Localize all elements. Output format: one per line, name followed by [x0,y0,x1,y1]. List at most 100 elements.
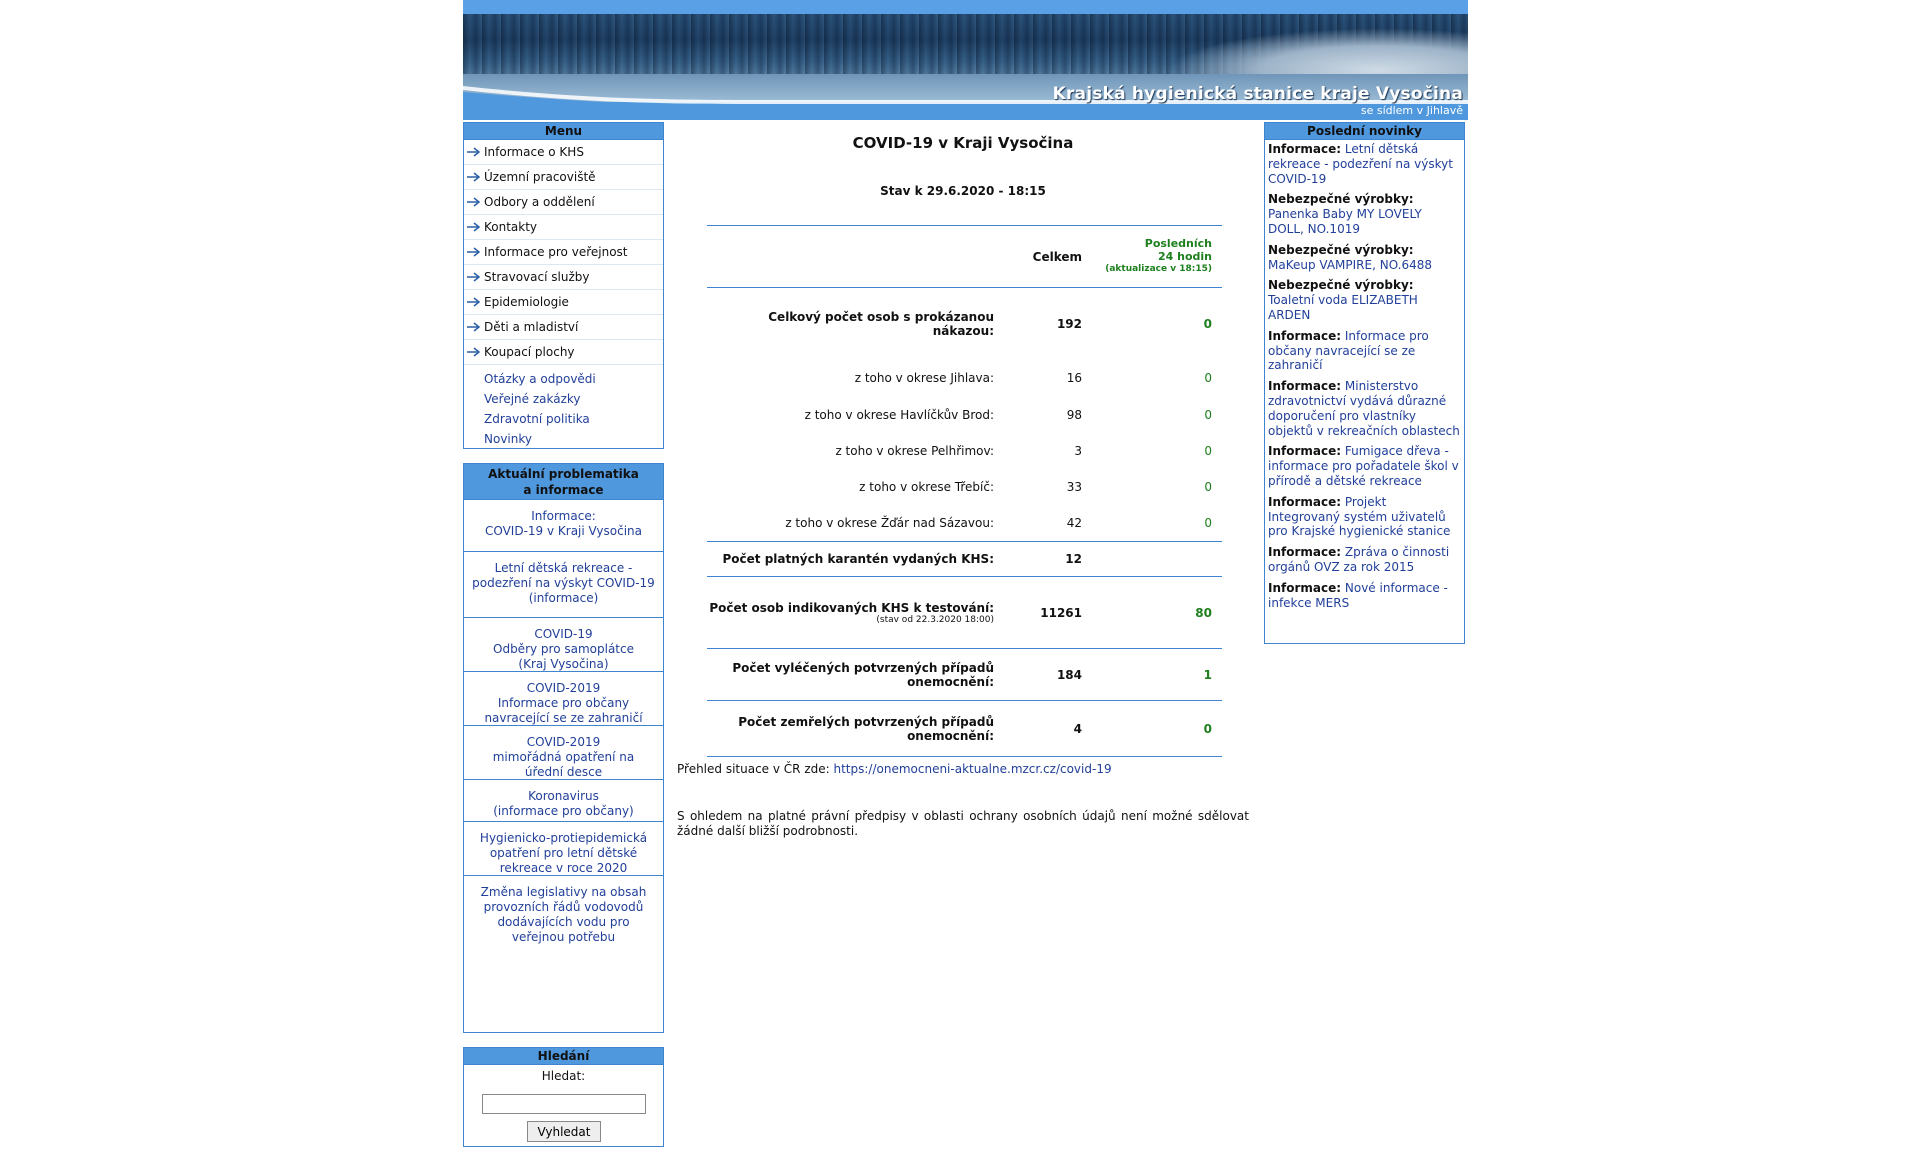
row-label-text: z toho v okrese Jihlava: [854,371,994,385]
current-topic-link[interactable]: Informace: COVID-19 v Kraji Vysočina [464,500,663,552]
menu-item[interactable]: Odbory a oddělení [464,190,663,215]
col-header-total: Celkem [1014,225,1082,288]
current-topic-link[interactable]: Hygienicko-protiepidemická opatření pro … [464,822,663,876]
search-button[interactable]: Vyhledat [527,1121,601,1142]
current-topic-link[interactable]: COVID-2019 Informace pro občany navracej… [464,672,663,726]
row-label: Celkový počet osob s prokázanou nákazou: [707,287,1014,360]
row-label-text: z toho v okrese Pelhřimov: [835,443,994,458]
overview-text: Přehled situace v ČR zde: [677,762,834,776]
news-type: Nebezpečné výrobky: [1268,278,1414,293]
menu-item[interactable]: Koupací plochy [464,340,663,365]
site-subtitle: se sídlem v Jihlavě [1360,104,1463,117]
current-topic-link[interactable]: Změna legislativy na obsah provozních řá… [464,876,663,944]
row-last24: 0 [1204,515,1212,530]
overview-paragraph: Přehled situace v ČR zde: https://onemoc… [677,762,1112,776]
covid-stats-table: Celkem Posledních 24 hodin (aktualizace … [707,225,1222,758]
row-label: Počet platných karantén vydaných KHS: [707,541,1014,577]
news-type: Informace: [1268,444,1342,459]
current-topic-link[interactable]: COVID-19 Odběry pro samoplátce (Kraj Vys… [464,618,663,672]
menu-heading: Menu [464,123,663,140]
arrow-right-icon [466,215,482,239]
menu-link[interactable]: Zdravotní politika [464,409,663,429]
current-topic-link[interactable]: COVID-2019 mimořádná opatření na úřední … [464,726,663,780]
row-total: 3 [1074,443,1082,458]
main-content: COVID-19 v Kraji Vysočina Stav k 29.6.20… [677,122,1249,838]
news-link[interactable]: Toaletní voda ELIZABETH ARDEN [1268,293,1418,322]
menu-item[interactable]: Stravovací služby [464,265,663,290]
news-item: Informace: Fumigace dřeva - informace pr… [1265,442,1464,488]
table-row: Celkový počet osob s prokázanou nákazou:… [707,287,1222,360]
arrow-right-icon [466,165,482,189]
arrow-right-icon [466,240,482,264]
row-label-text: Celkový počet osob s prokázanou nákazou: [768,309,994,338]
row-total: 42 [1066,515,1082,530]
page-title: COVID-19 v Kraji Vysočina [852,134,1074,152]
table-row: z toho v okrese Havlíčkův Brod: 98 0 [707,397,1222,433]
row-label-text: Počet zemřelých potvrzených případů onem… [738,714,994,743]
table-row: z toho v okrese Žďár nad Sázavou: 42 0 [707,505,1222,542]
table-row: z toho v okrese Třebíč: 33 0 [707,469,1222,505]
status-date: Stav k 29.6.2020 - 18:15 [880,184,1046,198]
table-row: Počet vyléčených potvrzených případů one… [707,648,1222,701]
row-last24: 0 [1204,371,1212,385]
menu-item-label: Stravovací služby [484,270,590,284]
col-header-last24: Posledních 24 hodin (aktualizace v 18:15… [1082,225,1222,288]
arrow-right-icon [466,190,482,214]
menu-item-label: Koupací plochy [484,345,575,359]
row-total: 12 [1014,541,1082,577]
arrow-right-icon [466,265,482,289]
menu-item[interactable]: Kontakty [464,215,663,240]
news-type: Informace: [1268,142,1342,156]
news-type: Informace: [1268,580,1342,595]
table-row: Počet platných karantén vydaných KHS: 12 [707,541,1222,577]
news-item: Nebezpečné výrobky: MaKeup VAMPIRE, NO.6… [1265,241,1464,273]
menu-link-label[interactable]: Veřejné zakázky [484,392,581,406]
page: Krajská hygienická stanice kraje Vysočin… [463,0,1468,1162]
menu-item[interactable]: Epidemiologie [464,290,663,315]
row-label-text: z toho v okrese Třebíč: [859,479,994,494]
row-total: 33 [1066,479,1082,494]
overview-link[interactable]: https://onemocneni-aktualne.mzcr.cz/covi… [833,762,1111,776]
row-last24: 0 [1204,443,1212,458]
news-type: Informace: [1268,379,1342,394]
row-last24 [1082,541,1222,577]
news-list: Informace: Letní dětská rekreace - podez… [1265,140,1464,610]
menu-link-label[interactable]: Novinky [484,432,532,446]
row-label: z toho v okrese Žďár nad Sázavou: [707,505,1014,542]
row-label-text: Počet osob indikovaných KHS k testování: [709,600,994,615]
menu-item[interactable]: Informace pro veřejnost [464,240,663,265]
menu-link[interactable]: Otázky a odpovědi [464,369,663,389]
row-note: (stav od 22.3.2020 18:00) [876,614,994,625]
row-total: 98 [1066,407,1082,422]
menu-link-label[interactable]: Zdravotní politika [484,412,590,426]
main-menu: Menu Informace o KHS Územní pracoviště Odb… [463,122,664,449]
menu-link[interactable]: Novinky [464,429,663,449]
table-row: Počet zemřelých potvrzených případů onem… [707,700,1222,757]
current-topic-link[interactable]: Letní dětská rekreace - podezření na výs… [464,552,663,618]
row-total: 16 [1066,371,1082,385]
latest-news-box: Poslední novinky Informace: Letní dětská… [1264,122,1465,644]
current-topic-link[interactable]: Koronavirus (informace pro občany) [464,780,663,822]
row-label-text: Počet vyléčených potvrzených případů one… [732,660,994,689]
row-last24: 0 [1204,407,1212,422]
news-link[interactable]: MaKeup VAMPIRE, NO.6488 [1268,258,1432,272]
row-label-text: Počet platných karantén vydaných KHS: [722,552,995,566]
row-label: z toho v okrese Pelhřimov: [707,433,1014,469]
menu-link[interactable]: Veřejné zakázky [464,389,663,409]
search-input[interactable] [482,1094,646,1114]
menu-list: Informace o KHS Územní pracoviště Odbory a… [464,140,663,365]
news-type: Nebezpečné výrobky: [1268,242,1414,257]
menu-link-label[interactable]: Otázky a odpovědi [484,372,596,386]
arrow-right-icon [466,340,482,364]
menu-item-label: Děti a mladiství [484,320,579,334]
arrow-right-icon [466,140,482,164]
menu-item[interactable]: Územní pracoviště [464,165,663,190]
row-label-text: z toho v okrese Žďár nad Sázavou: [785,515,994,530]
news-item: Nebezpečné výrobky: Toaletní voda ELIZAB… [1265,276,1464,322]
table-row: z toho v okrese Pelhřimov: 3 0 [707,433,1222,469]
table-row: Počet osob indikovaných KHS k testování:… [707,576,1222,649]
menu-item[interactable]: Děti a mladiství [464,315,663,340]
news-link[interactable]: Panenka Baby MY LOVELY DOLL, NO.1019 [1268,207,1422,236]
row-label: Počet zemřelých potvrzených případů onem… [707,700,1014,757]
menu-item[interactable]: Informace o KHS [464,140,663,165]
